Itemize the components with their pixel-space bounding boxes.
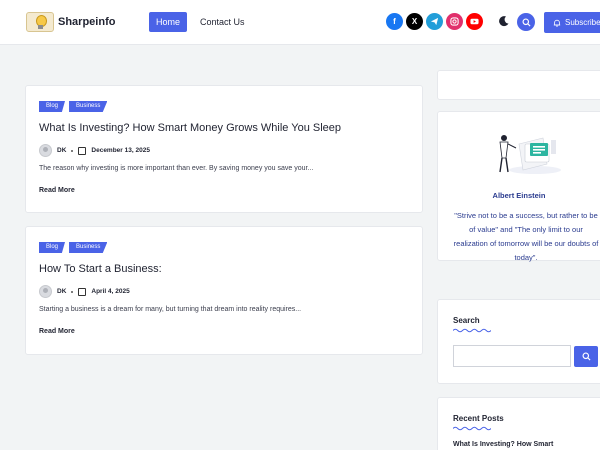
main-nav: Home Contact Us: [149, 12, 252, 32]
post-date: April 4, 2025: [91, 288, 130, 295]
bell-icon: [553, 19, 561, 27]
youtube-icon[interactable]: [466, 13, 483, 30]
subscribe-label: Subscribe: [565, 18, 600, 27]
tag-blog[interactable]: Blog: [39, 101, 66, 112]
recent-posts-widget: Recent Posts What Is Investing? How Smar…: [437, 397, 600, 450]
person-with-documents-illustration: [499, 135, 561, 174]
post-tags: Blog Business: [39, 101, 108, 112]
title-underline-wave: [453, 328, 491, 333]
post-card: Blog Business What Is Investing? How Sma…: [25, 85, 423, 213]
author-name[interactable]: DK: [57, 147, 66, 154]
post-tags: Blog Business: [39, 242, 108, 253]
read-more-link[interactable]: Read More: [39, 328, 75, 335]
post-meta: DK April 4, 2025: [39, 285, 130, 298]
quote-widget: Albert Einstein "Strive not to be a succ…: [437, 111, 600, 262]
recent-post-link[interactable]: What Is Investing? How Smart: [453, 441, 553, 448]
telegram-icon[interactable]: [426, 13, 443, 30]
author-avatar: [39, 144, 52, 157]
nav-item-home[interactable]: Home: [149, 12, 188, 32]
sidebar-search-input[interactable]: [453, 345, 571, 367]
post-card: Blog Business How To Start a Business: D…: [25, 226, 423, 355]
quote-author: Albert Einstein: [492, 191, 546, 200]
site-name: Sharpeinfo: [58, 16, 116, 28]
dark-mode-moon-icon[interactable]: [498, 15, 510, 27]
post-meta: DK December 13, 2025: [39, 144, 150, 157]
post-excerpt: The reason why investing is more importa…: [39, 165, 314, 172]
calendar-icon: [78, 287, 87, 296]
facebook-icon[interactable]: f: [386, 13, 403, 30]
title-underline-wave: [453, 426, 491, 431]
x-icon[interactable]: X: [406, 13, 423, 30]
recent-posts-title: Recent Posts: [453, 414, 504, 423]
search-widget: Search: [437, 299, 600, 384]
subscribe-button[interactable]: Subscribe: [544, 12, 600, 33]
instagram-icon[interactable]: [446, 13, 463, 30]
post-date: December 13, 2025: [91, 147, 150, 154]
meta-separator: [71, 149, 74, 152]
post-title[interactable]: How To Start a Business:: [39, 263, 162, 275]
site-logo[interactable]: Sharpeinfo: [26, 12, 115, 32]
post-title[interactable]: What Is Investing? How Smart Money Grows…: [39, 122, 341, 134]
social-links: f X: [386, 13, 483, 30]
search-icon: [521, 17, 531, 27]
sidebar-search-button[interactable]: [574, 346, 598, 367]
nav-item-contact-us[interactable]: Contact Us: [193, 12, 252, 32]
post-excerpt: Starting a business is a dream for many,…: [39, 306, 302, 313]
quote-text: "Strive not to be a success, but rather …: [453, 211, 599, 262]
lightbulb-logo-icon: [26, 12, 54, 32]
tag-business[interactable]: Business: [69, 101, 108, 112]
read-more-link[interactable]: Read More: [39, 187, 75, 194]
search-widget-title: Search: [453, 316, 480, 325]
tag-blog[interactable]: Blog: [39, 242, 66, 253]
search-icon: [581, 352, 591, 361]
meta-separator: [71, 290, 74, 293]
sidebar-widget-empty: [437, 70, 600, 100]
tag-business[interactable]: Business: [69, 242, 108, 253]
header-search-button[interactable]: [517, 13, 535, 31]
calendar-icon: [78, 146, 87, 155]
site-header: Sharpeinfo Home Contact Us f X Subscribe: [0, 0, 600, 45]
author-name[interactable]: DK: [57, 288, 66, 295]
author-avatar: [39, 285, 52, 298]
